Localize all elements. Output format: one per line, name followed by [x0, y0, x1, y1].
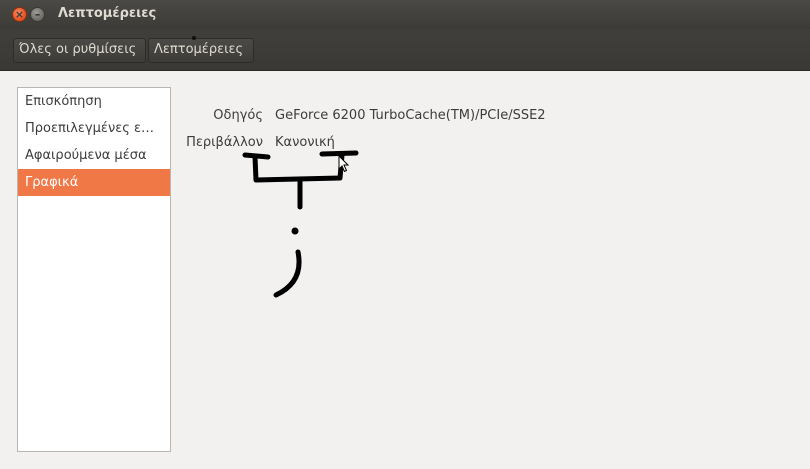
details-breadcrumb-button[interactable]: Λεπτομέρειες [148, 38, 254, 63]
driver-value: GeForce 6200 TurboCache(TM)/PCIe/SSE2 [275, 108, 546, 123]
minimize-icon: – [34, 8, 41, 21]
sidebar-item-removable-media[interactable]: Αφαιρούμενα μέσα [18, 142, 170, 169]
sidebar-list: Επισκόπηση Προεπιλεγμένες ε… Αφαιρούμενα… [17, 87, 171, 452]
window-title: Λεπτομέρειες [58, 6, 157, 21]
close-icon: × [14, 8, 25, 21]
environment-value: Κανονική [275, 135, 335, 150]
mouse-pointer-icon [338, 155, 350, 173]
ink-dot [192, 36, 196, 40]
sidebar-item-graphics[interactable]: Γραφικά [18, 169, 170, 196]
driver-label: Οδηγός [213, 108, 263, 123]
all-settings-button[interactable]: Όλες οι ρυθμίσεις [13, 38, 146, 63]
sidebar-item-default-apps[interactable]: Προεπιλεγμένες ε… [18, 115, 170, 142]
sidebar-item-overview[interactable]: Επισκόπηση [18, 88, 170, 115]
close-window-button[interactable]: × [12, 7, 27, 22]
toolbar: Όλες οι ρυθμίσεις Λεπτομέρειες [0, 29, 810, 71]
environment-label: Περιβάλλον [186, 135, 263, 150]
minimize-window-button[interactable]: – [30, 7, 45, 22]
title-bar: × – Λεπτομέρειες [0, 0, 810, 29]
